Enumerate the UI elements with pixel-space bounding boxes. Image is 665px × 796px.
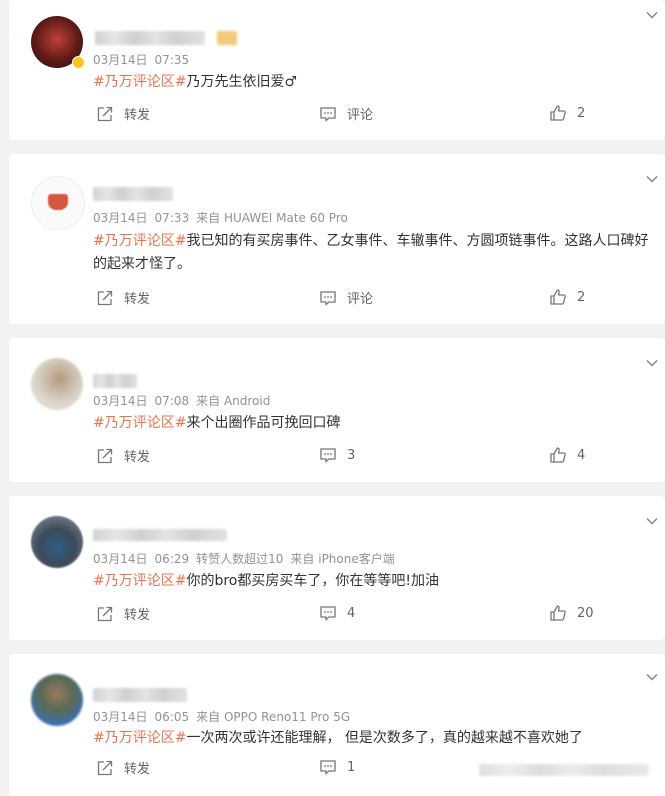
comment-actions: 转发 评论 2 xyxy=(9,90,665,140)
comment-button[interactable]: 1 xyxy=(319,758,355,776)
topic-tag[interactable]: #乃万评论区# xyxy=(93,233,186,249)
avatar[interactable] xyxy=(31,516,83,568)
share-icon xyxy=(97,448,113,463)
comment-label: 评论 xyxy=(347,108,374,123)
like-count: 20 xyxy=(577,605,594,621)
repost-button[interactable]: 转发 xyxy=(96,758,150,777)
chevron-down-icon[interactable] xyxy=(645,670,659,684)
like-count: 2 xyxy=(577,105,586,121)
comment-button[interactable]: 4 xyxy=(319,604,355,622)
username-blurred[interactable] xyxy=(93,688,187,702)
comment-button[interactable]: 3 xyxy=(319,446,355,464)
comment-card: 03月14日 07:33 来自 HUAWEI Mate 60 Pro #乃万评论区#… xyxy=(9,154,665,324)
comment-icon xyxy=(320,606,336,621)
comment-body: 你的bro都买房买车了，你在等等吧!加油 xyxy=(186,573,439,589)
share-icon xyxy=(97,760,113,775)
username-blurred[interactable] xyxy=(93,374,137,388)
repost-button[interactable]: 转发 xyxy=(96,104,150,123)
comment-body: 乃万先生依旧爱♂ xyxy=(186,74,298,90)
thumbs-up-icon xyxy=(550,605,566,621)
share-icon xyxy=(97,606,113,621)
comment-icon xyxy=(320,106,336,122)
comment-icon xyxy=(320,290,336,306)
comment-source: 来自 Android xyxy=(196,394,271,408)
share-icon xyxy=(97,106,113,121)
comment-count: 3 xyxy=(347,447,356,463)
topic-tag[interactable]: #乃万评论区# xyxy=(93,573,186,589)
thumbs-up-icon xyxy=(550,447,566,463)
comment-card: 03月14日 06:05 来自 OPPO Reno11 Pro 5G #乃万评论区#… xyxy=(9,654,665,796)
like-button[interactable]: 4 xyxy=(549,446,585,464)
verified-badge xyxy=(72,56,85,69)
comment-button[interactable]: 评论 xyxy=(319,288,373,307)
like-count: 4 xyxy=(577,447,586,463)
comment-meta: 03月14日 07:08 来自 Android xyxy=(93,392,277,409)
chevron-down-icon[interactable] xyxy=(645,8,659,22)
comment-card: 03月14日 06:29 转赞人数超过10 来自 iPhone客户端 #乃万评论区#你… xyxy=(9,496,665,640)
topic-tag[interactable]: #乃万评论区# xyxy=(93,74,186,90)
like-button[interactable]: 20 xyxy=(549,604,594,622)
comment-source: 来自 HUAWEI Mate 60 Pro xyxy=(196,211,348,225)
topic-tag[interactable]: #乃万评论区# xyxy=(93,415,186,431)
repost-button[interactable]: 转发 xyxy=(96,604,150,623)
comment-time: 06:29 xyxy=(154,552,190,566)
repost-label: 转发 xyxy=(124,762,151,777)
comment-time: 07:33 xyxy=(154,211,190,225)
comment-source: 来自 OPPO Reno11 Pro 5G xyxy=(196,710,351,724)
share-icon xyxy=(97,290,113,305)
comment-date: 03月14日 xyxy=(93,211,148,225)
comment-meta: 03月14日 07:35 xyxy=(93,51,196,68)
comment-actions: 转发 评论 2 xyxy=(9,274,665,324)
comment-card: 03月14日 07:35 #乃万评论区#乃万先生依旧爱♂ 转发 评论 2 xyxy=(9,0,665,140)
comment-meta: 03月14日 06:29 转赞人数超过10 来自 iPhone客户端 xyxy=(93,550,402,567)
comment-date: 03月14日 xyxy=(93,552,148,566)
username-blurred[interactable] xyxy=(93,529,227,541)
chevron-down-icon[interactable] xyxy=(645,172,659,186)
like-button[interactable]: 2 xyxy=(549,288,585,306)
comment-actions: 转发 3 4 xyxy=(9,432,665,482)
comment-actions: 转发 4 20 xyxy=(9,590,665,640)
comment-count: 4 xyxy=(347,605,356,621)
comment-card: 03月14日 07:08 来自 Android #乃万评论区#来个出圈作品可挽回口碑… xyxy=(9,338,665,482)
watermark-blurred xyxy=(479,764,649,776)
comment-time: 07:08 xyxy=(154,394,190,408)
comment-text: #乃万评论区#我已知的有买房事件、乙女事件、车辙事件、方圆项链事件。这路人口碑好… xyxy=(93,230,658,276)
comment-time: 06:05 xyxy=(154,710,190,724)
comment-date: 03月14日 xyxy=(93,710,148,724)
repost-label: 转发 xyxy=(124,108,151,123)
avatar[interactable] xyxy=(31,674,83,726)
comment-highlight: 转赞人数超过10 xyxy=(196,552,284,566)
comment-date: 03月14日 xyxy=(93,53,148,67)
like-button[interactable]: 2 xyxy=(549,104,585,122)
comment-actions: 转发 1 xyxy=(9,744,665,794)
repost-button[interactable]: 转发 xyxy=(96,446,150,465)
chevron-down-icon[interactable] xyxy=(645,356,659,370)
repost-button[interactable]: 转发 xyxy=(96,288,150,307)
comment-date: 03月14日 xyxy=(93,394,148,408)
username-blurred[interactable] xyxy=(93,187,173,201)
comment-count: 1 xyxy=(347,759,356,775)
repost-label: 转发 xyxy=(124,292,151,307)
avatar[interactable] xyxy=(31,358,83,410)
username-blurred[interactable] xyxy=(95,31,205,45)
like-count: 2 xyxy=(577,289,586,305)
comment-meta: 03月14日 06:05 来自 OPPO Reno11 Pro 5G xyxy=(93,708,357,725)
comment-source: 来自 iPhone客户端 xyxy=(290,552,395,566)
comment-label: 评论 xyxy=(347,292,374,307)
comment-body: 来个出圈作品可挽回口碑 xyxy=(186,415,341,431)
repost-label: 转发 xyxy=(124,450,151,465)
comment-button[interactable]: 评论 xyxy=(319,104,373,123)
comment-icon xyxy=(320,760,336,775)
chevron-down-icon[interactable] xyxy=(645,514,659,528)
comment-time: 07:35 xyxy=(154,53,190,67)
comment-meta: 03月14日 07:33 来自 HUAWEI Mate 60 Pro xyxy=(93,209,355,226)
repost-label: 转发 xyxy=(124,608,151,623)
comment-icon xyxy=(320,448,336,463)
thumbs-up-icon xyxy=(550,105,566,121)
avatar[interactable] xyxy=(31,176,85,230)
user-level-badge xyxy=(217,31,237,45)
thumbs-up-icon xyxy=(550,289,566,305)
